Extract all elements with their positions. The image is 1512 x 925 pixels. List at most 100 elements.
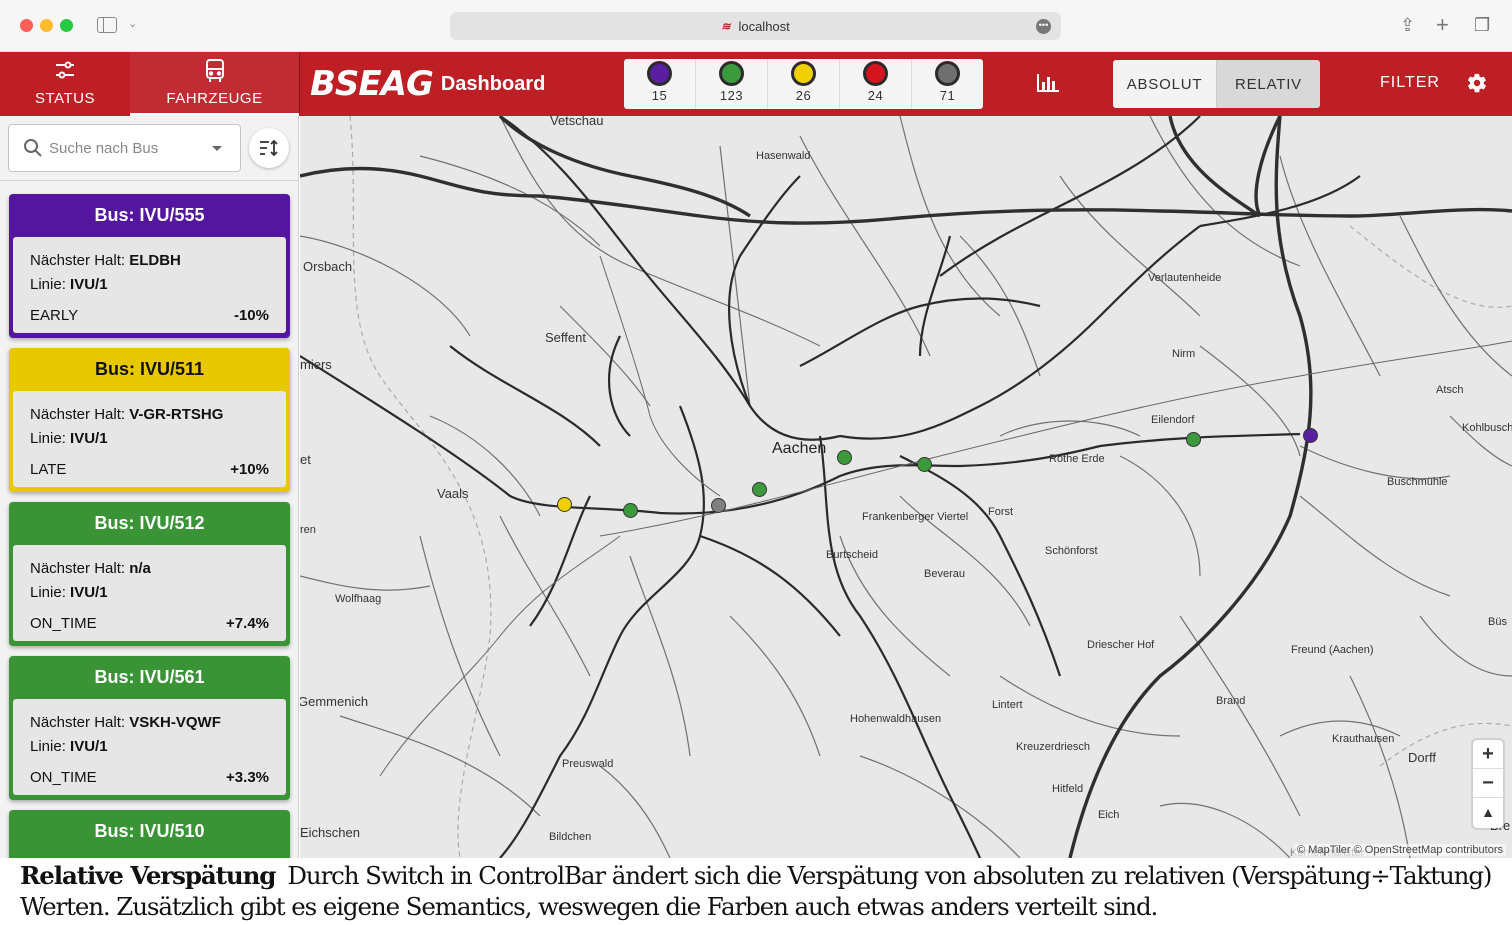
delay-mode-toggle: ABSOLUT RELATIV (1113, 60, 1320, 108)
on-time-dot-icon (719, 61, 744, 86)
map[interactable]: Vetschau Hasenwald Orsbach Seffent Verla… (300, 116, 1512, 858)
map-label: Buschmühle (1387, 476, 1448, 488)
map-label: Büs (1488, 616, 1507, 628)
compass-icon[interactable]: ▲ (1473, 798, 1503, 827)
bus-marker[interactable] (711, 498, 726, 513)
tab-fahrzeuge-label: FAHRZEUGE (166, 90, 263, 107)
gear-icon[interactable] (1466, 72, 1488, 94)
count-late[interactable]: 26 (768, 59, 840, 109)
count-on-time[interactable]: 123 (696, 59, 768, 109)
map-label: Beverau (924, 568, 965, 580)
logo: BSEAG Dashboard (310, 64, 546, 104)
next-stop-value: n/a (129, 560, 151, 577)
map-label: Forst (988, 506, 1014, 518)
next-stop-value: V-GR-RTSHG (129, 406, 224, 423)
new-tab-icon[interactable]: + (1436, 12, 1449, 38)
next-stop-label: Nächster Halt: (30, 252, 126, 269)
bus-card-title: Bus: IVU/511 (94, 359, 205, 379)
sidebar: Bus: IVU/555 Nächster Halt: ELDBH Linie:… (0, 116, 299, 858)
line-value: IVU/1 (70, 584, 108, 601)
url-text: localhost (738, 18, 790, 34)
line-value: IVU/1 (70, 738, 108, 755)
status-text: EARLY (30, 307, 79, 324)
bus-card-body: Nächster Halt: n/a Linie: IVU/1 ON_TIME +… (13, 545, 286, 641)
count-very-late[interactable]: 24 (840, 59, 912, 109)
status-counts: 15 123 26 24 71 (624, 59, 983, 109)
site-favicon-icon: ≋ (721, 20, 731, 33)
bus-card[interactable]: Bus: IVU/561 Nächster Halt: VSKH-VQWF Li… (9, 656, 290, 800)
line-value: IVU/1 (70, 430, 108, 447)
sidebar-divider (0, 180, 298, 181)
delay-value: +3.3% (226, 769, 269, 786)
bus-card-title: Bus: IVU/510 (94, 821, 205, 841)
bus-card-body: Nächster Halt: ELDBH Linie: IVU/1 EARLY -… (13, 237, 286, 333)
bus-marker[interactable] (837, 450, 852, 465)
bar-chart-icon[interactable] (1036, 72, 1060, 94)
relative-toggle-button[interactable]: RELATIV (1217, 60, 1320, 108)
close-window-button[interactable] (20, 19, 33, 32)
sort-button[interactable] (249, 128, 289, 168)
bus-search[interactable] (8, 124, 241, 172)
chevron-down-icon[interactable]: ⌄ (128, 17, 137, 30)
filter-button[interactable]: FILTER (1380, 74, 1440, 92)
delay-value: -10% (233, 307, 269, 324)
tab-status[interactable]: STATUS (0, 52, 130, 116)
next-stop-value: ELDBH (129, 252, 181, 269)
status-text: ON_TIME (30, 615, 97, 632)
zoom-out-button[interactable]: − (1473, 769, 1503, 798)
map-label: Nirm (1172, 348, 1196, 360)
caption: Relative Verspätung Durch Switch in Contr… (20, 860, 1500, 922)
search-icon (24, 139, 42, 157)
unknown-dot-icon (935, 61, 960, 86)
count-on-time-value: 123 (719, 88, 744, 103)
bus-card-title: Bus: IVU/555 (94, 205, 205, 225)
status-text: ON_TIME (30, 769, 97, 786)
map-label: Bildchen (549, 831, 592, 843)
count-unknown[interactable]: 71 (912, 59, 983, 109)
very-late-dot-icon (863, 61, 888, 86)
page-title: Dashboard (440, 72, 546, 95)
delay-value: +10% (230, 461, 269, 478)
more-icon[interactable]: ••• (1036, 19, 1051, 34)
bus-marker[interactable] (1303, 428, 1318, 443)
logo-mark: BSEAG (310, 64, 434, 104)
tab-overview-icon[interactable]: ❐ (1474, 15, 1490, 36)
zoom-in-button[interactable]: + (1473, 740, 1503, 769)
map-label: Lintert (992, 699, 1023, 711)
bus-card[interactable]: Bus: IVU/510 (9, 810, 290, 858)
map-attribution[interactable]: © MapTiler © OpenStreetMap contributors (1294, 844, 1506, 856)
bus-icon (130, 52, 299, 82)
map-label: Frankenberger Viertel (862, 511, 969, 523)
bus-card[interactable]: Bus: IVU/511 Nächster Halt: V-GR-RTSHG L… (9, 348, 290, 492)
dropdown-arrow-icon[interactable] (212, 146, 222, 151)
bus-marker[interactable] (557, 497, 572, 512)
map-label: Hasenwald (756, 150, 811, 162)
bus-marker[interactable] (623, 503, 638, 518)
minimize-window-button[interactable] (40, 19, 53, 32)
line-label: Linie: (30, 276, 66, 293)
bus-marker[interactable] (1186, 432, 1201, 447)
bus-card[interactable]: Bus: IVU/512 Nächster Halt: n/a Linie: I… (9, 502, 290, 646)
map-label-city: Aachen (772, 440, 827, 457)
absolute-toggle-button[interactable]: ABSOLUT (1113, 60, 1217, 108)
zoom-window-button[interactable] (60, 19, 73, 32)
sidebar-toggle-icon[interactable] (97, 17, 117, 33)
next-stop-label: Nächster Halt: (30, 714, 126, 731)
line-label: Linie: (30, 584, 66, 601)
map-label: Vetschau (550, 116, 604, 128)
address-bar[interactable]: ≋ localhost ••• (450, 12, 1061, 40)
tab-fahrzeuge[interactable]: FAHRZEUGE (130, 52, 299, 116)
next-stop-label: Nächster Halt: (30, 560, 126, 577)
map-label: Kohlbusch (1462, 422, 1512, 434)
bus-marker[interactable] (752, 482, 767, 497)
count-very-late-value: 24 (867, 88, 884, 103)
search-input[interactable] (49, 137, 199, 159)
bus-card[interactable]: Bus: IVU/555 Nächster Halt: ELDBH Linie:… (9, 194, 290, 338)
map-label: Gemmenich (300, 694, 369, 709)
count-early[interactable]: 15 (624, 59, 696, 109)
status-text: LATE (30, 461, 67, 478)
bus-marker[interactable] (917, 457, 932, 472)
share-icon[interactable]: ⇪ (1400, 15, 1415, 36)
count-late-value: 26 (795, 88, 812, 103)
line-label: Linie: (30, 738, 66, 755)
